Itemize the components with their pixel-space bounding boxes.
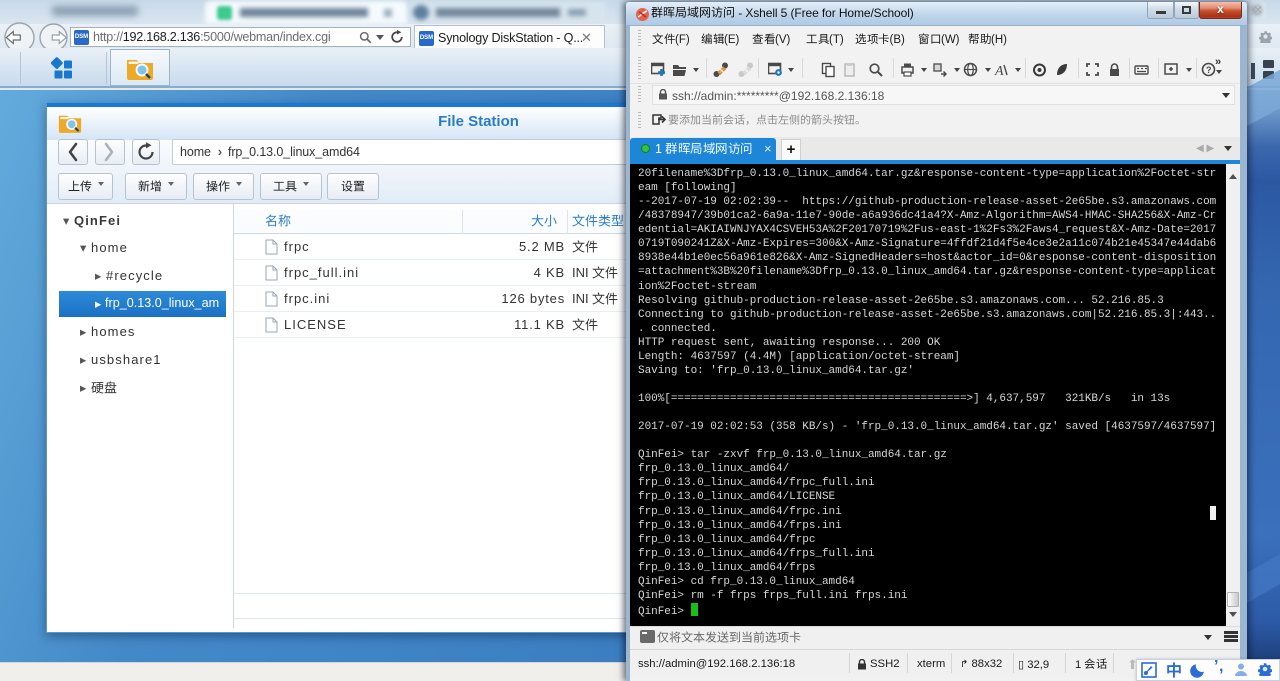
svg-text:A: A (994, 64, 1004, 78)
svg-text:?: ? (1206, 65, 1212, 75)
